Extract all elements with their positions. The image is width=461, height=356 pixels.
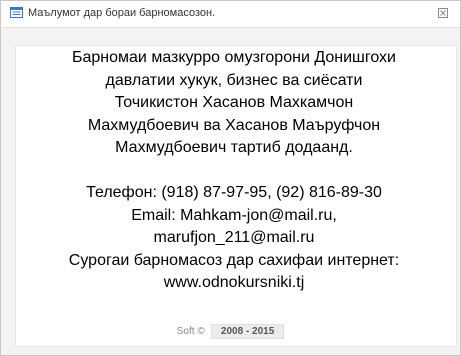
about-line: Барномаи мазкурро омузгорони Донишгохи <box>72 49 396 66</box>
soft-label: Soft <box>176 326 195 337</box>
about-line: Махмудбоевич тартиб додаанд. <box>115 139 353 156</box>
about-line: Точикистон Хасанов Махкамчон <box>114 94 354 111</box>
footer: Soft © 2008 - 2015 <box>0 324 461 339</box>
close-icon <box>438 8 448 18</box>
website-url[interactable]: www.odnokursniki.tj <box>14 272 454 295</box>
about-text: Барномаи мазкурро омузгорони Донишгохи д… <box>14 47 454 295</box>
years-badge: 2008 - 2015 <box>210 324 285 339</box>
email-line: Email: Mahkam-jon@mail.ru, <box>131 206 337 224</box>
phone-line: Телефон: (918) 87-97-95, (92) 816-89-30 <box>86 184 382 201</box>
about-line: давлатии хукук, бизнес ва сиёсати <box>105 71 363 89</box>
form-icon <box>10 7 23 18</box>
copyright-symbol: © <box>197 326 205 337</box>
email-line-2: marufjon_211@mail.ru <box>153 229 315 246</box>
about-line: Махмудбоевич ва Хасанов Маъруфчон <box>87 116 381 134</box>
website-label: Сурогаи барномасоз дар сахифаи интернет: <box>68 251 400 269</box>
window-title: Маълумот дар бораи барномасозон. <box>28 7 216 19</box>
title-bar: Маълумот дар бораи барномасозон. <box>1 1 460 28</box>
close-button[interactable] <box>434 4 452 22</box>
